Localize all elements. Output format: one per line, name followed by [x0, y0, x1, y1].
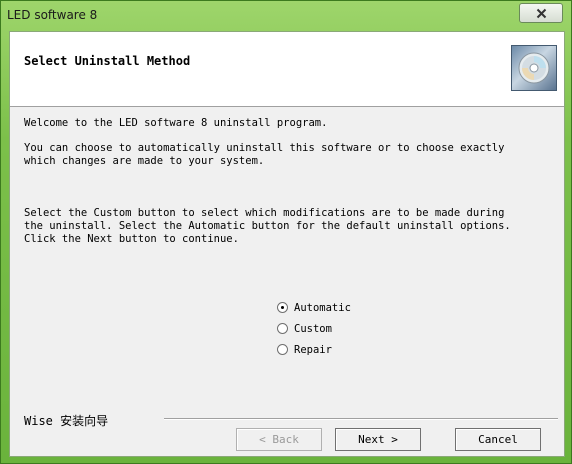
- title-bar[interactable]: LED software 8: [1, 1, 571, 31]
- footer-divider: [164, 418, 558, 420]
- intro-paragraph: You can choose to automatically uninstal…: [24, 142, 505, 167]
- option-automatic[interactable]: Automatic: [277, 297, 351, 318]
- automatic-label[interactable]: Automatic: [294, 302, 351, 314]
- custom-label[interactable]: Custom: [294, 323, 332, 335]
- cancel-button[interactable]: Cancel: [455, 428, 541, 451]
- next-button[interactable]: Next >: [335, 428, 421, 451]
- page-title: Select Uninstall Method: [24, 54, 191, 68]
- uninstall-method-radio-group: Automatic Custom Repair: [277, 297, 351, 360]
- window-title: LED software 8: [7, 8, 98, 22]
- close-button[interactable]: [519, 3, 563, 23]
- option-custom[interactable]: Custom: [277, 318, 351, 339]
- custom-radio[interactable]: [277, 323, 288, 334]
- repair-label[interactable]: Repair: [294, 344, 332, 356]
- option-repair[interactable]: Repair: [277, 339, 351, 360]
- wizard-brand: Wise 安装向导: [24, 414, 109, 428]
- dialog-client-area: Select Uninstall Method Welcome to the L…: [9, 31, 565, 457]
- back-button[interactable]: < Back: [236, 428, 322, 451]
- automatic-radio[interactable]: [277, 302, 288, 313]
- installer-window: LED software 8 Select Uninstall Method W…: [0, 0, 572, 464]
- instructions-paragraph: Select the Custom button to select which…: [24, 207, 511, 245]
- welcome-text: Welcome to the LED software 8 uninstall …: [24, 117, 328, 129]
- repair-radio[interactable]: [277, 344, 288, 355]
- dialog-header: Select Uninstall Method: [10, 32, 564, 107]
- close-icon: [536, 8, 546, 18]
- cd-disc-icon: [511, 45, 557, 91]
